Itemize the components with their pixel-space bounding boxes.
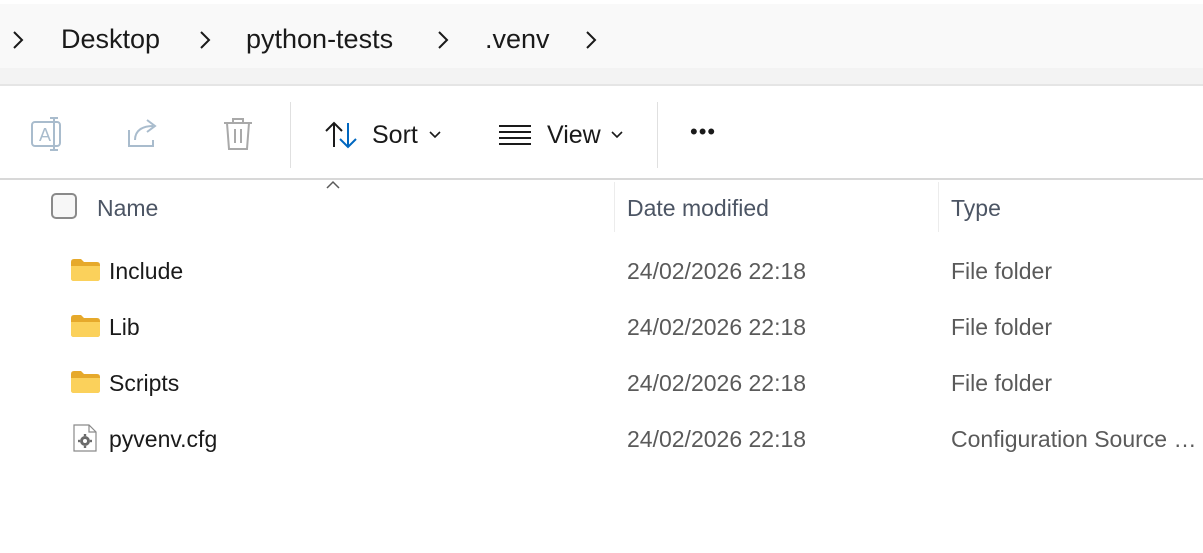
chevron-down-icon[interactable] — [610, 130, 624, 140]
column-header-type[interactable]: Type — [951, 192, 1001, 224]
command-bar: A Sort View ••• — [0, 86, 1203, 178]
breadcrumb-bottom-strip — [0, 68, 1203, 84]
file-date: 24/02/2026 22:18 — [627, 370, 807, 396]
file-name: Scripts — [109, 370, 180, 396]
chevron-right-icon[interactable] — [11, 28, 25, 52]
file-type: File folder — [951, 370, 1052, 396]
file-date: 24/02/2026 22:18 — [627, 258, 807, 284]
column-header-date-modified[interactable]: Date modified — [627, 192, 769, 224]
breadcrumb-item-python-tests[interactable]: python-tests — [246, 20, 393, 58]
chevron-right-icon[interactable] — [436, 28, 450, 52]
select-all-checkbox[interactable] — [51, 193, 77, 219]
divider — [0, 178, 1203, 180]
config-file-icon — [73, 424, 97, 452]
chevron-right-icon[interactable] — [198, 28, 212, 52]
sort-button[interactable]: Sort — [372, 119, 418, 151]
view-list-icon[interactable] — [498, 124, 532, 146]
share-icon[interactable] — [125, 116, 161, 152]
folder-icon — [71, 371, 100, 393]
folder-icon — [71, 259, 100, 281]
command-separator — [290, 102, 291, 168]
file-name: pyvenv.cfg — [109, 426, 218, 452]
chevron-right-icon[interactable] — [584, 28, 598, 52]
trash-icon[interactable] — [220, 116, 256, 152]
column-divider[interactable] — [614, 182, 615, 232]
file-type: Configuration Source File — [951, 426, 1199, 452]
breadcrumb: Desktop python-tests .venv — [0, 4, 1203, 68]
sort-ascending-caret-icon — [326, 180, 340, 189]
command-separator — [657, 102, 658, 168]
view-button[interactable]: View — [547, 119, 601, 151]
column-divider[interactable] — [938, 182, 939, 232]
file-row[interactable]: pyvenv.cfg 24/02/2026 22:18 Configuratio… — [0, 411, 1203, 467]
sort-icon[interactable] — [323, 119, 359, 151]
file-date: 24/02/2026 22:18 — [627, 314, 807, 340]
file-date: 24/02/2026 22:18 — [627, 426, 807, 452]
column-header-name[interactable]: Name — [97, 192, 158, 224]
breadcrumb-item-desktop[interactable]: Desktop — [61, 20, 160, 58]
file-type: File folder — [951, 258, 1052, 284]
file-type: File folder — [951, 314, 1052, 340]
file-name: Lib — [109, 314, 140, 340]
file-row[interactable]: Scripts 24/02/2026 22:18 File folder — [0, 355, 1203, 411]
rename-icon[interactable]: A — [29, 116, 65, 152]
more-options-button[interactable]: ••• — [690, 116, 716, 148]
file-name: Include — [109, 258, 184, 284]
folder-icon — [71, 315, 100, 337]
chevron-down-icon[interactable] — [428, 130, 442, 140]
file-row[interactable]: Lib 24/02/2026 22:18 File folder — [0, 299, 1203, 355]
svg-text:A: A — [39, 125, 51, 145]
breadcrumb-item-venv[interactable]: .venv — [485, 20, 550, 58]
file-row[interactable]: Include 24/02/2026 22:18 File folder — [0, 243, 1203, 299]
